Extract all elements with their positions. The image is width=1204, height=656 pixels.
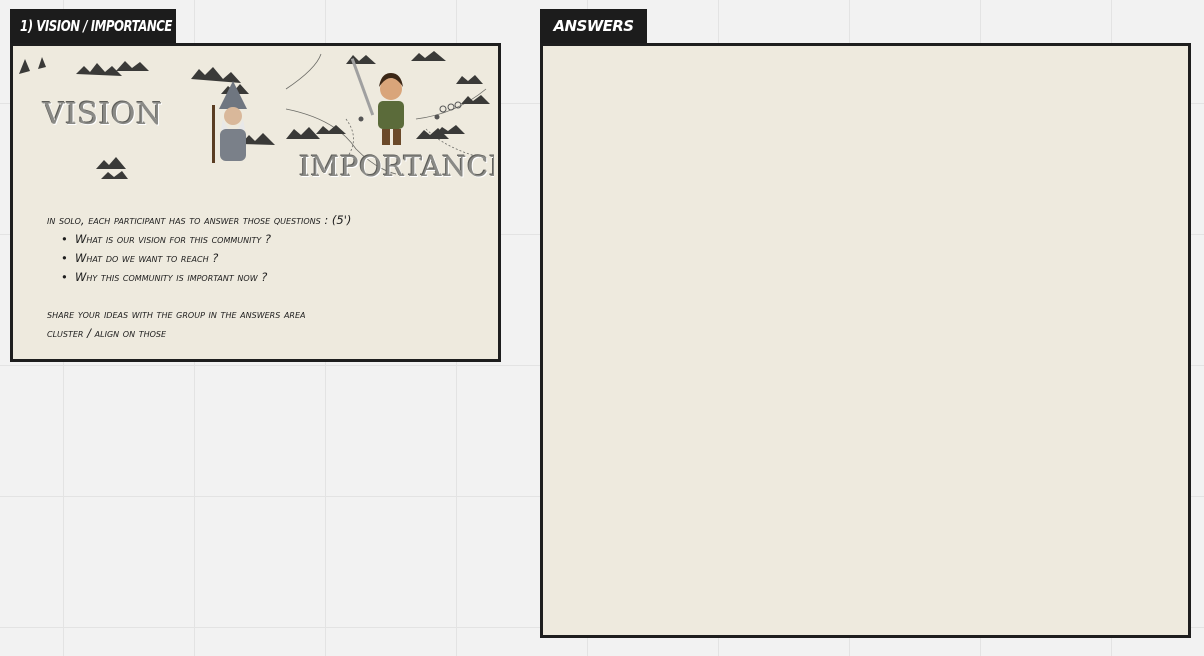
vision-importance-banner-image: VISION IMPORTANCE [16,49,494,184]
frame-title-vision-importance[interactable]: 1) VISION / IMPORTANCE [10,9,176,43]
frame-vision-importance[interactable]: VISION IMPORTANCE in solo, each particip… [10,43,501,362]
frame-title-answers[interactable]: ANSWERS [540,9,647,43]
instructions-text: in solo, each participant has to answer … [47,211,487,343]
frame-answers[interactable] [540,43,1191,638]
instructions-cluster: cluster / align on those [47,326,167,340]
banner-word-vision: VISION [43,97,163,132]
ranger-figure [350,58,404,145]
banner-word-importance: IMPORTANCE [299,150,494,183]
question-item: What do we want to reach ? [61,249,487,268]
question-item: What is our vision for this community ? [61,230,487,249]
instructions-share: share your ideas with the group in the a… [47,307,306,321]
frame-title-label: 1) VISION / IMPORTANCE [20,17,172,35]
question-list: What is our vision for this community ? … [47,230,487,287]
question-item: Why this community is important now ? [61,268,487,287]
frame-title-label: ANSWERS [553,17,635,35]
instructions-intro: in solo, each participant has to answer … [47,213,352,227]
